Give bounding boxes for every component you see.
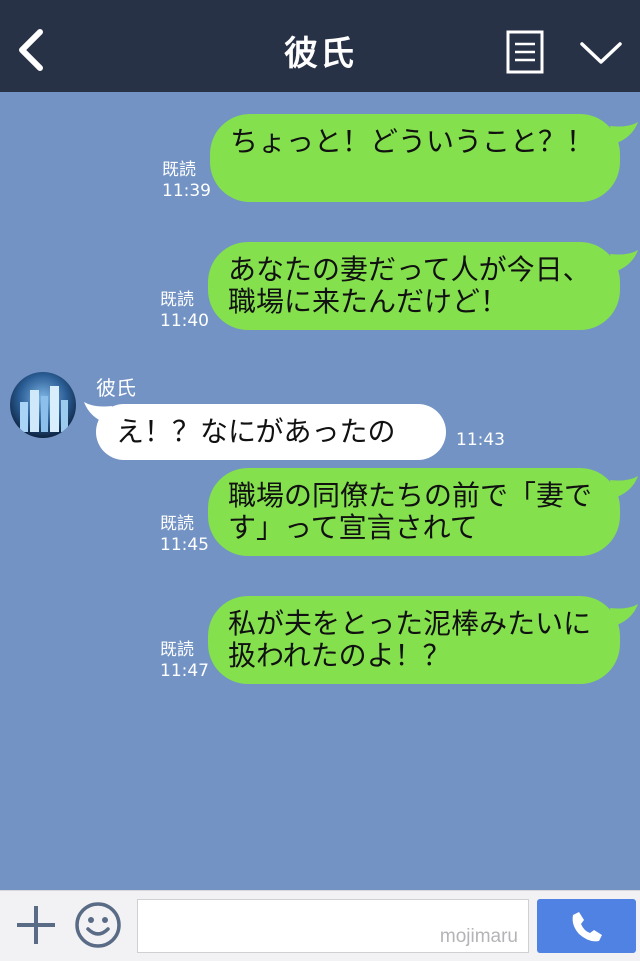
bubble-tail bbox=[610, 250, 638, 272]
call-button[interactable] bbox=[537, 899, 636, 953]
message-time: 11:39 bbox=[162, 181, 211, 201]
watermark: mojimaru bbox=[439, 926, 518, 947]
avatar[interactable] bbox=[10, 372, 76, 438]
input-bar: mojimaru bbox=[0, 890, 640, 961]
read-receipt: 既読 bbox=[162, 160, 196, 180]
message-text: ちょっと！どういうこと？！ bbox=[230, 125, 595, 158]
message-meta: 既読 11:39 bbox=[162, 160, 211, 202]
read-receipt: 既読 bbox=[160, 514, 194, 534]
message-text: え！？なにがあったの bbox=[116, 415, 396, 448]
read-receipt: 既読 bbox=[160, 290, 194, 310]
chat-title: 彼氏 bbox=[284, 34, 356, 74]
read-receipt: 既読 bbox=[160, 640, 194, 660]
plus-icon[interactable] bbox=[14, 903, 58, 947]
phone-icon bbox=[572, 912, 602, 942]
message-text: 職場の同僚たちの前で「妻です」って宣言されて bbox=[228, 479, 593, 544]
sender-name: 彼氏 bbox=[96, 376, 136, 400]
message-meta: 既読 11:47 bbox=[160, 640, 209, 682]
message-time: 11:40 bbox=[160, 311, 209, 331]
incoming-bubble[interactable]: え！？なにがあったの bbox=[96, 404, 446, 460]
outgoing-bubble[interactable]: あなたの妻だって人が今日、職場に来たんだけど！ bbox=[208, 242, 620, 330]
smile-icon[interactable] bbox=[74, 901, 122, 949]
message-time: 11:43 bbox=[456, 430, 505, 450]
outgoing-bubble[interactable]: ちょっと！どういうこと？！ bbox=[210, 114, 620, 202]
chat-area[interactable]: 既読 11:39 ちょっと！どういうこと？！ 既読 11:40 あなたの妻だって… bbox=[0, 92, 640, 890]
message-time: 11:45 bbox=[160, 535, 209, 555]
message-meta: 既読 11:40 bbox=[160, 290, 209, 332]
message-text: 私が夫をとった泥棒みたいに扱われたのよ！？ bbox=[228, 607, 592, 672]
message-meta: 既読 11:45 bbox=[160, 514, 209, 556]
message-text: あなたの妻だって人が今日、職場に来たんだけど！ bbox=[228, 253, 591, 318]
bubble-tail bbox=[610, 604, 638, 626]
chevron-down-icon[interactable] bbox=[578, 38, 624, 68]
message-input[interactable]: mojimaru bbox=[137, 899, 529, 953]
chat-header: 彼氏 bbox=[0, 0, 640, 92]
outgoing-bubble[interactable]: 私が夫をとった泥棒みたいに扱われたのよ！？ bbox=[208, 596, 620, 684]
outgoing-bubble[interactable]: 職場の同僚たちの前で「妻です」って宣言されて bbox=[208, 468, 620, 556]
bubble-tail bbox=[610, 476, 638, 498]
message-time: 11:47 bbox=[160, 661, 209, 681]
notes-icon[interactable] bbox=[506, 30, 544, 74]
bubble-tail bbox=[610, 122, 638, 144]
city-image bbox=[10, 372, 76, 438]
